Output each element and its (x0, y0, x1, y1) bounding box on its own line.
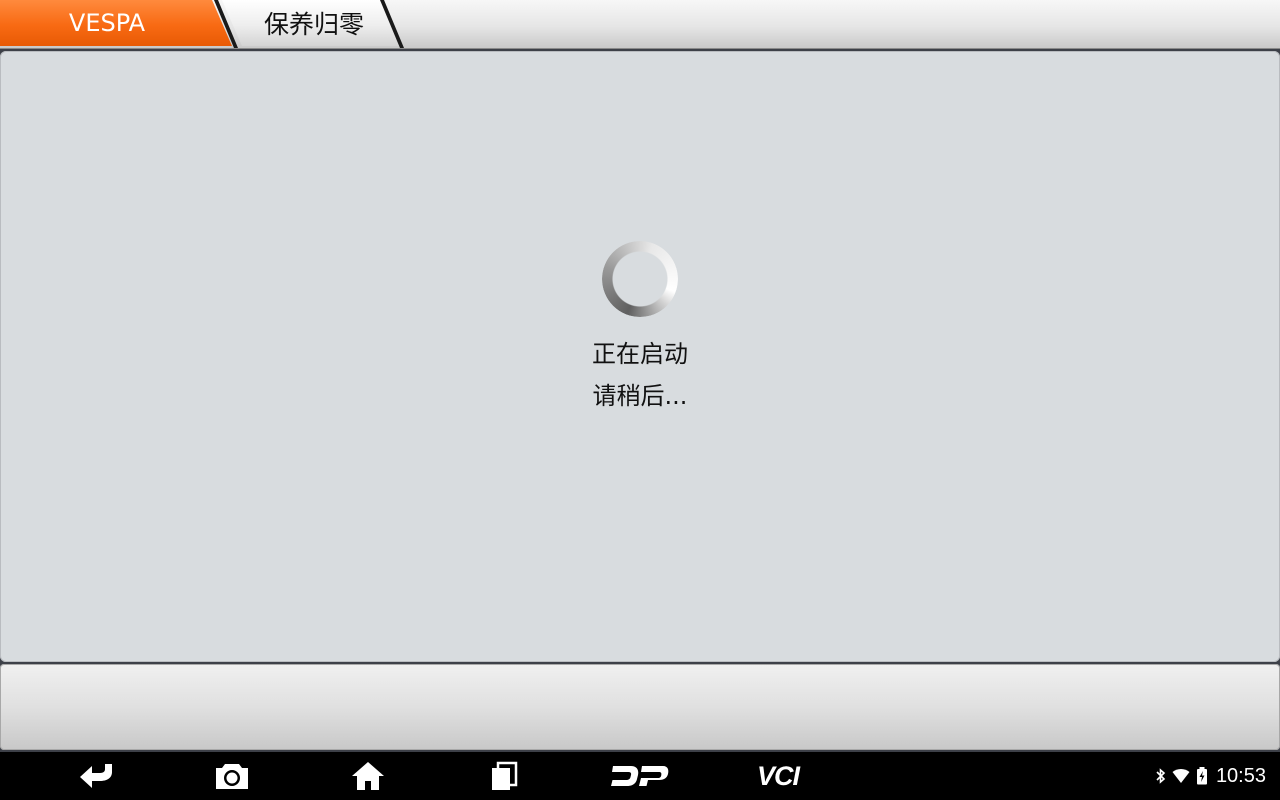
main-panel: 正在启动 请稍后... (0, 51, 1280, 662)
bottom-toolbar (0, 664, 1280, 750)
home-button[interactable] (338, 756, 398, 796)
loading-dialog: 正在启动 请稍后... (540, 239, 740, 417)
loading-status-text: 正在启动 (592, 340, 688, 368)
loading-wait-text: 请稍后... (592, 382, 688, 410)
breadcrumb-item-vespa[interactable]: VESPA (0, 0, 232, 46)
breadcrumb-label: 保养归零 (263, 10, 364, 39)
wifi-icon (1172, 769, 1190, 783)
breadcrumb-item-maintenance-reset[interactable]: 保养归零 (222, 0, 402, 46)
back-button[interactable] (68, 756, 128, 796)
recent-apps-icon (492, 761, 518, 790)
home-icon (352, 762, 384, 790)
vci-button[interactable]: VCI (740, 756, 816, 796)
dp-button[interactable] (604, 756, 674, 796)
bluetooth-icon (1156, 768, 1166, 784)
recent-apps-button[interactable] (474, 756, 534, 796)
screenshot-button[interactable] (202, 756, 262, 796)
dp-icon (611, 766, 669, 786)
breadcrumb: VESPA 保养归零 (0, 0, 1280, 49)
breadcrumb-label: VESPA (68, 9, 146, 37)
loading-spinner-icon (602, 241, 678, 317)
camera-icon (216, 764, 248, 789)
vci-icon: VCI (756, 760, 800, 791)
back-icon (80, 764, 112, 788)
status-area: 10:53 (1156, 752, 1266, 800)
battery-charging-icon (1196, 767, 1207, 785)
system-nav-bar: VCI 10:53 (0, 752, 1280, 800)
clock: 10:53 (1215, 764, 1266, 787)
